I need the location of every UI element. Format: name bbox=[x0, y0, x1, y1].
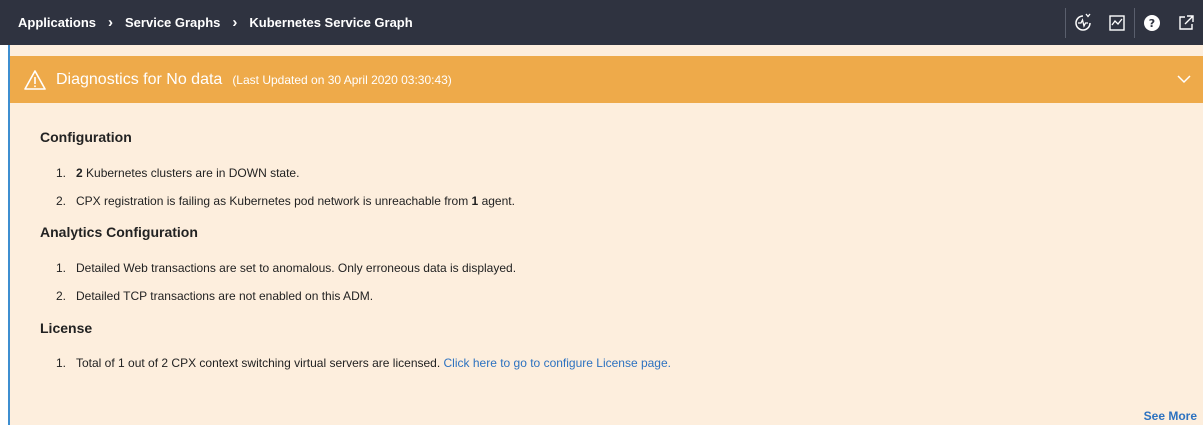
analytics-icon[interactable] bbox=[1100, 0, 1134, 45]
cluster-count: 2 bbox=[76, 166, 83, 180]
warning-icon bbox=[24, 69, 46, 90]
list-item: 2. Detailed TCP transactions are not ena… bbox=[56, 289, 373, 303]
breadcrumb-applications[interactable]: Applications bbox=[18, 15, 96, 30]
health-check-icon[interactable] bbox=[1066, 0, 1100, 45]
list-text: Total of 1 out of 2 CPX context switchin… bbox=[76, 356, 444, 370]
list-text: Kubernetes clusters are in DOWN state. bbox=[82, 166, 300, 180]
banner-title: Diagnostics for No data bbox=[56, 70, 223, 88]
toolbar-actions: ? bbox=[1065, 0, 1203, 45]
top-bar: Applications › Service Graphs › Kubernet… bbox=[0, 0, 1203, 45]
list-number: 2. bbox=[56, 289, 67, 303]
list-text: Detailed Web transactions are set to ano… bbox=[76, 261, 517, 275]
list-item: 2. CPX registration is failing as Kubern… bbox=[56, 194, 515, 208]
list-text: Detailed TCP transactions are not enable… bbox=[76, 289, 374, 303]
help-icon[interactable]: ? bbox=[1135, 0, 1169, 45]
list-text: CPX registration is failing as Kubernete… bbox=[76, 194, 472, 208]
list-number: 2. bbox=[56, 194, 67, 208]
configure-license-link[interactable]: Click here to go to configure License pa… bbox=[444, 356, 671, 370]
section-heading-license: License bbox=[40, 320, 93, 336]
diagnostics-banner[interactable]: Diagnostics for No data (Last Updated on… bbox=[10, 56, 1203, 103]
list-number: 1. bbox=[56, 261, 67, 275]
section-heading-configuration: Configuration bbox=[40, 129, 132, 145]
list-item: 1. 2 Kubernetes clusters are in DOWN sta… bbox=[56, 166, 299, 180]
list-item: 1. Total of 1 out of 2 CPX context switc… bbox=[56, 356, 671, 370]
list-item: 1. Detailed Web transactions are set to … bbox=[56, 261, 516, 275]
list-number: 1. bbox=[56, 166, 67, 180]
diagnostics-panel: Diagnostics for No data (Last Updated on… bbox=[8, 45, 1203, 425]
section-heading-analytics: Analytics Configuration bbox=[40, 224, 198, 240]
banner-last-updated: (Last Updated on 30 April 2020 03:30:43) bbox=[232, 72, 452, 87]
list-number: 1. bbox=[56, 356, 67, 370]
chevron-right-icon: › bbox=[232, 14, 238, 31]
see-more-link[interactable]: See More bbox=[1144, 409, 1197, 423]
chevron-down-icon[interactable] bbox=[1175, 70, 1193, 88]
breadcrumb-kubernetes-service-graph: Kubernetes Service Graph bbox=[249, 15, 413, 30]
svg-text:?: ? bbox=[1149, 17, 1155, 30]
chevron-right-icon: › bbox=[108, 14, 114, 31]
open-external-icon[interactable] bbox=[1169, 0, 1203, 45]
diagnostics-content: Configuration 1. 2 Kubernetes clusters a… bbox=[10, 103, 1203, 423]
breadcrumb: Applications › Service Graphs › Kubernet… bbox=[0, 15, 413, 30]
list-text: agent. bbox=[478, 194, 515, 208]
breadcrumb-service-graphs[interactable]: Service Graphs bbox=[125, 15, 220, 30]
